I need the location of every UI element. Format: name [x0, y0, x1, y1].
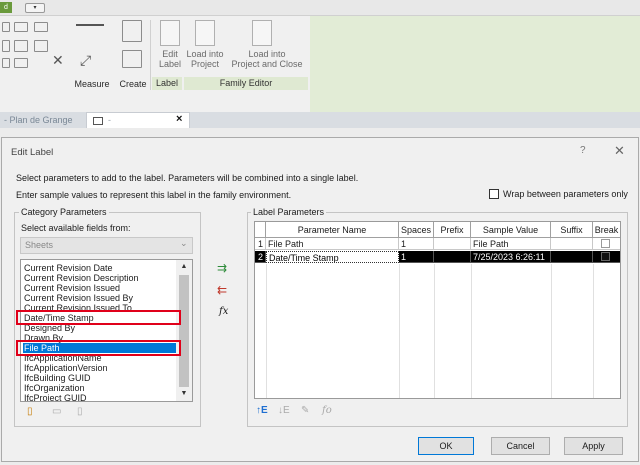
- break-checkbox[interactable]: [601, 239, 610, 248]
- load-into-project-icon[interactable]: [195, 20, 215, 46]
- ribbon-contextual-area: [310, 16, 640, 112]
- instruction-text-2: Enter sample values to represent this la…: [16, 190, 292, 200]
- highlight-file-path: [16, 340, 181, 356]
- category-select[interactable]: Sheets: [20, 237, 193, 254]
- list-item[interactable]: Current Revision Date: [24, 263, 113, 273]
- delete-icon[interactable]: ✕: [52, 52, 64, 69]
- scroll-down-icon[interactable]: ▼: [176, 390, 192, 397]
- available-fields-list[interactable]: Current Revision Date Current Revision D…: [20, 259, 193, 402]
- load-into-project-button[interactable]: Load into Project: [184, 49, 226, 69]
- family-editor-panel-title: Family Editor: [184, 77, 308, 90]
- row-number: 2: [255, 251, 266, 263]
- ribbon-divider: [150, 20, 151, 90]
- edit-param-icon[interactable]: ✎: [301, 405, 309, 416]
- dimension-icon[interactable]: ⤢: [80, 52, 91, 69]
- col-break: Break: [593, 222, 620, 238]
- move-down-icon[interactable]: ↓E: [278, 405, 290, 416]
- category-parameters-title: Category Parameters: [19, 207, 109, 217]
- edit-label-button[interactable]: Edit Label: [154, 49, 186, 69]
- help-button[interactable]: ?: [580, 145, 586, 156]
- wrap-checkbox[interactable]: [489, 189, 499, 199]
- app-tab-icon[interactable]: d: [0, 2, 12, 13]
- col-suffix: Suffix: [551, 222, 593, 238]
- col-prefix: Prefix: [434, 222, 471, 238]
- move-up-icon[interactable]: ↑E: [256, 405, 268, 416]
- highlight-datetime-stamp: [16, 310, 181, 325]
- dialog-title: Edit Label: [11, 147, 54, 158]
- sample-value-cell[interactable]: File Path: [471, 238, 551, 250]
- scale-tool-icon[interactable]: [34, 40, 48, 52]
- tab-active-sheet[interactable]: -: [86, 112, 190, 128]
- edit-parameter-icon[interactable]: ▭: [52, 406, 61, 417]
- delete-parameter-icon[interactable]: ▯: [77, 406, 83, 417]
- scrollbar-thumb[interactable]: [179, 275, 189, 387]
- formula-icon[interactable]: fo: [322, 405, 332, 416]
- grid-line: [399, 264, 400, 398]
- create-tool-icon[interactable]: [122, 50, 142, 68]
- grid-line: [471, 264, 472, 398]
- chevron-down-icon: ⌄: [180, 238, 188, 248]
- list-item[interactable]: Current Revision Issued By: [24, 293, 133, 303]
- dialog-close-button[interactable]: ✕: [614, 143, 625, 159]
- spaces-cell[interactable]: 1: [399, 238, 434, 250]
- tab-plan-de-grange[interactable]: - Plan de Grange: [0, 112, 84, 128]
- suffix-cell[interactable]: [551, 251, 593, 263]
- calculated-value-icon[interactable]: fx: [219, 306, 228, 317]
- label-panel-title: Label: [152, 77, 182, 90]
- grid-line: [434, 264, 435, 398]
- edit-label-icon[interactable]: [160, 20, 180, 46]
- spaces-cell[interactable]: 1: [399, 251, 434, 263]
- wrap-checkbox-label: Wrap between parameters only: [503, 189, 628, 199]
- offset-tool-icon[interactable]: [2, 40, 10, 52]
- trim-tool-icon[interactable]: [14, 58, 28, 68]
- measure-label: Measure: [74, 79, 110, 89]
- mirror-tool-icon[interactable]: [34, 22, 48, 32]
- measure-icon[interactable]: [76, 24, 104, 26]
- create-label: Create: [119, 79, 147, 89]
- break-checkbox[interactable]: [601, 252, 610, 261]
- tab-close-icon[interactable]: ×: [176, 112, 182, 127]
- list-item[interactable]: IfcOrganization: [24, 383, 85, 393]
- pin-tool-icon[interactable]: [2, 58, 10, 68]
- grid-line: [266, 264, 267, 398]
- remove-parameter-icon[interactable]: ⇇: [217, 284, 227, 296]
- col-sample-value: Sample Value: [471, 222, 551, 238]
- new-parameter-icon[interactable]: ▯: [27, 406, 33, 417]
- prefix-cell[interactable]: [434, 251, 471, 263]
- component-icon[interactable]: [122, 20, 142, 42]
- grid-line: [551, 264, 552, 398]
- load-and-close-button[interactable]: Load into Project and Close: [228, 49, 306, 69]
- prefix-cell[interactable]: [434, 238, 471, 250]
- array-tool-icon[interactable]: [14, 40, 28, 52]
- list-item[interactable]: IfcBuilding GUID: [24, 373, 91, 383]
- align-tool-icon[interactable]: [14, 22, 28, 32]
- select-fields-label: Select available fields from:: [21, 223, 131, 233]
- table-corner: [255, 222, 266, 238]
- list-item[interactable]: Current Revision Issued: [24, 283, 120, 293]
- add-parameter-icon[interactable]: ⇉: [217, 262, 227, 274]
- qat-dropdown-icon[interactable]: ▾: [25, 3, 45, 13]
- apply-button[interactable]: Apply: [564, 437, 623, 455]
- quick-access-toolbar: [0, 0, 640, 16]
- grid-line: [593, 264, 594, 398]
- col-parameter-name: Parameter Name: [266, 222, 399, 238]
- list-item[interactable]: IfcProject GUID: [24, 393, 87, 401]
- tab-active-label: -: [108, 115, 111, 125]
- col-spaces: Spaces: [399, 222, 434, 238]
- load-and-close-icon[interactable]: [252, 20, 272, 46]
- label-parameters-title: Label Parameters: [251, 207, 327, 217]
- list-item[interactable]: Current Revision Description: [24, 273, 139, 283]
- cancel-button[interactable]: Cancel: [491, 437, 550, 455]
- param-name-cell[interactable]: File Path: [266, 238, 399, 250]
- sheet-icon: [93, 116, 103, 125]
- scroll-up-icon[interactable]: ▲: [176, 263, 192, 270]
- instruction-text-1: Select parameters to add to the label. P…: [16, 173, 359, 183]
- suffix-cell[interactable]: [551, 238, 593, 250]
- list-item[interactable]: IfcApplicationVersion: [24, 363, 108, 373]
- modify-tool-icon[interactable]: [2, 22, 10, 32]
- ok-button[interactable]: OK: [418, 437, 474, 455]
- sample-value-cell[interactable]: 7/25/2023 6:26:11: [471, 251, 551, 263]
- param-name-cell-selected[interactable]: Date/Time Stamp: [266, 251, 399, 263]
- row-number: 1: [255, 238, 266, 250]
